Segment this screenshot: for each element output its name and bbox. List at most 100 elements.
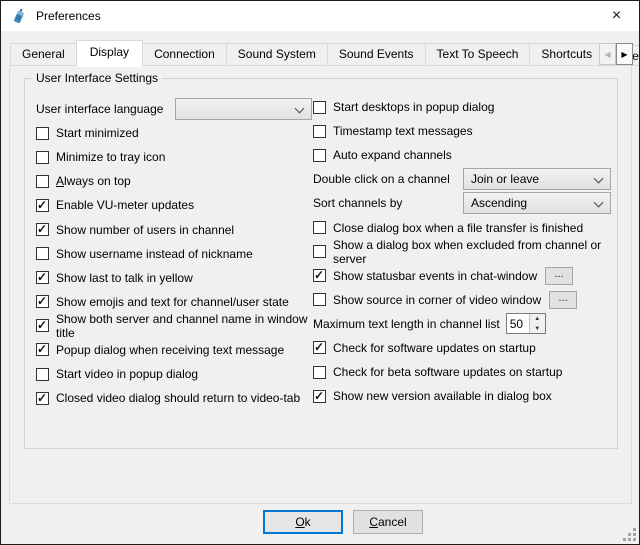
row-source-corner-video[interactable]: ✓ Show source in corner of video window … xyxy=(313,288,615,312)
chevron-down-icon xyxy=(295,104,305,114)
row-check-updates[interactable]: ✓ Check for software updates on startup xyxy=(313,336,615,360)
row-minimize-to-tray[interactable]: ✓ Minimize to tray icon xyxy=(36,145,312,169)
check-icon: ✓ xyxy=(314,268,324,282)
checkbox-label: Show both server and channel name in win… xyxy=(56,312,312,340)
check-icon: ✓ xyxy=(37,318,47,332)
checkbox-enable-vu-meter[interactable]: ✓ xyxy=(36,199,49,212)
checkbox-label: Show username instead of nickname xyxy=(56,247,253,261)
row-user-interface-language: User interface language xyxy=(36,97,312,121)
checkbox-check-updates[interactable]: ✓ xyxy=(313,341,326,354)
sort-channels-combobox[interactable]: Ascending xyxy=(463,192,611,214)
row-show-emojis[interactable]: ✓ Show emojis and text for channel/user … xyxy=(36,290,312,314)
checkbox-show-new-version[interactable]: ✓ xyxy=(313,390,326,403)
max-text-length-label: Maximum text length in channel list xyxy=(313,317,500,331)
row-closed-video-return[interactable]: ✓ Closed video dialog should return to v… xyxy=(36,386,312,410)
checkbox-label: Close dialog box when a file transfer is… xyxy=(333,221,583,235)
row-dialog-when-excluded[interactable]: ✓ Show a dialog box when excluded from c… xyxy=(313,240,615,264)
checkbox-label: Start minimized xyxy=(56,126,139,140)
row-start-video-popup[interactable]: ✓ Start video in popup dialog xyxy=(36,362,312,386)
chevron-down-icon xyxy=(594,174,604,184)
tab-sound-system[interactable]: Sound System xyxy=(226,43,328,66)
row-timestamp-messages[interactable]: ✓ Timestamp text messages xyxy=(313,119,615,143)
close-button[interactable]: × xyxy=(594,1,639,31)
tab-text-to-speech[interactable]: Text To Speech xyxy=(425,43,531,66)
window-title: Preferences xyxy=(36,9,101,23)
row-close-dialog-file-transfer[interactable]: ✓ Close dialog box when a file transfer … xyxy=(313,215,615,239)
tab-general[interactable]: General xyxy=(10,43,77,66)
checkbox-close-dialog-file-transfer[interactable]: ✓ xyxy=(313,221,326,234)
checkbox-always-on-top[interactable]: ✓ xyxy=(36,175,49,188)
checkbox-dialog-when-excluded[interactable]: ✓ xyxy=(313,245,326,258)
row-auto-expand-channels[interactable]: ✓ Auto expand channels xyxy=(313,143,615,167)
language-combobox[interactable] xyxy=(175,98,312,120)
row-always-on-top[interactable]: ✓ Always on top xyxy=(36,169,312,193)
row-double-click-channel: Double click on a channel Join or leave xyxy=(313,167,615,191)
row-show-username[interactable]: ✓ Show username instead of nickname xyxy=(36,242,312,266)
checkbox-label: Minimize to tray icon xyxy=(56,150,165,164)
ok-button[interactable]: Ok xyxy=(263,510,343,534)
video-source-options-button[interactable]: ... xyxy=(549,291,577,309)
scroll-left-icon: ◀ xyxy=(604,50,610,59)
preferences-dialog: Preferences × General Display Connection… xyxy=(0,0,640,545)
row-show-server-channel-title[interactable]: ✓ Show both server and channel name in w… xyxy=(36,314,312,338)
row-enable-vu-meter[interactable]: ✓ Enable VU-meter updates xyxy=(36,193,312,217)
spinner-down-button[interactable]: ▼ xyxy=(530,324,545,334)
row-show-new-version[interactable]: ✓ Show new version available in dialog b… xyxy=(313,384,615,408)
row-popup-text-message[interactable]: ✓ Popup dialog when receiving text messa… xyxy=(36,338,312,362)
check-icon: ✓ xyxy=(37,294,47,308)
sort-channels-label: Sort channels by xyxy=(313,196,463,210)
checkbox-closed-video-return[interactable]: ✓ xyxy=(36,392,49,405)
checkbox-auto-expand-channels[interactable]: ✓ xyxy=(313,149,326,162)
row-max-text-length: Maximum text length in channel list 50 ▲… xyxy=(313,312,615,336)
checkbox-show-emojis[interactable]: ✓ xyxy=(36,295,49,308)
checkbox-label: Show last to talk in yellow xyxy=(56,271,193,285)
language-label: User interface language xyxy=(36,102,175,116)
double-click-combobox[interactable]: Join or leave xyxy=(463,168,611,190)
tab-scroll-right-button[interactable]: ▶ xyxy=(616,43,633,65)
tab-connection[interactable]: Connection xyxy=(142,43,227,66)
row-statusbar-events[interactable]: ✓ Show statusbar events in chat-window .… xyxy=(313,264,615,288)
spinner-up-button[interactable]: ▲ xyxy=(530,314,545,324)
check-icon: ✓ xyxy=(37,342,47,356)
checkbox-label: Always on top xyxy=(56,174,131,188)
resize-grip[interactable] xyxy=(623,528,636,541)
checkbox-show-last-to-talk[interactable]: ✓ xyxy=(36,271,49,284)
checkbox-show-username[interactable]: ✓ xyxy=(36,247,49,260)
row-start-desktops-popup[interactable]: ✓ Start desktops in popup dialog xyxy=(313,95,615,119)
checkbox-check-beta-updates[interactable]: ✓ xyxy=(313,366,326,379)
title-bar[interactable]: Preferences × xyxy=(1,1,639,31)
tab-bar: General Display Connection Sound System … xyxy=(10,42,639,66)
check-icon: ✓ xyxy=(37,391,47,405)
tab-sound-events[interactable]: Sound Events xyxy=(327,43,426,66)
row-show-last-to-talk[interactable]: ✓ Show last to talk in yellow xyxy=(36,266,312,290)
row-start-minimized[interactable]: ✓ Start minimized xyxy=(36,121,312,145)
checkbox-label: Popup dialog when receiving text message xyxy=(56,343,284,357)
tab-display[interactable]: Display xyxy=(76,40,143,67)
cancel-button[interactable]: Cancel xyxy=(353,510,423,534)
ok-button-label: Ok xyxy=(295,515,310,529)
checkbox-label: Show source in corner of video window xyxy=(333,293,541,307)
spin-up-icon: ▲ xyxy=(530,316,545,322)
checkbox-start-desktops-popup[interactable]: ✓ xyxy=(313,101,326,114)
checkbox-minimize-to-tray[interactable]: ✓ xyxy=(36,151,49,164)
checkbox-label: Closed video dialog should return to vid… xyxy=(56,391,300,405)
checkbox-label: Show a dialog box when excluded from cha… xyxy=(333,238,615,266)
spin-down-icon: ▼ xyxy=(530,326,545,332)
tab-scroll-left-button[interactable]: ◀ xyxy=(599,43,616,65)
check-icon: ✓ xyxy=(37,222,47,236)
check-icon: ✓ xyxy=(314,340,324,354)
checkbox-timestamp-messages[interactable]: ✓ xyxy=(313,125,326,138)
row-check-beta-updates[interactable]: ✓ Check for beta software updates on sta… xyxy=(313,360,615,384)
checkbox-statusbar-events[interactable]: ✓ xyxy=(313,269,326,282)
checkbox-start-video-popup[interactable]: ✓ xyxy=(36,368,49,381)
row-show-number-of-users[interactable]: ✓ Show number of users in channel xyxy=(36,217,312,241)
right-column: ✓ Start desktops in popup dialog ✓ Times… xyxy=(313,95,615,408)
max-text-length-value[interactable]: 50 xyxy=(507,314,529,333)
tab-shortcuts[interactable]: Shortcuts xyxy=(529,43,604,66)
checkbox-popup-text-message[interactable]: ✓ xyxy=(36,343,49,356)
checkbox-start-minimized[interactable]: ✓ xyxy=(36,127,49,140)
checkbox-source-corner-video[interactable]: ✓ xyxy=(313,293,326,306)
statusbar-events-options-button[interactable]: ... xyxy=(545,267,573,285)
checkbox-show-server-channel-title[interactable]: ✓ xyxy=(36,319,49,332)
checkbox-show-number-of-users[interactable]: ✓ xyxy=(36,223,49,236)
